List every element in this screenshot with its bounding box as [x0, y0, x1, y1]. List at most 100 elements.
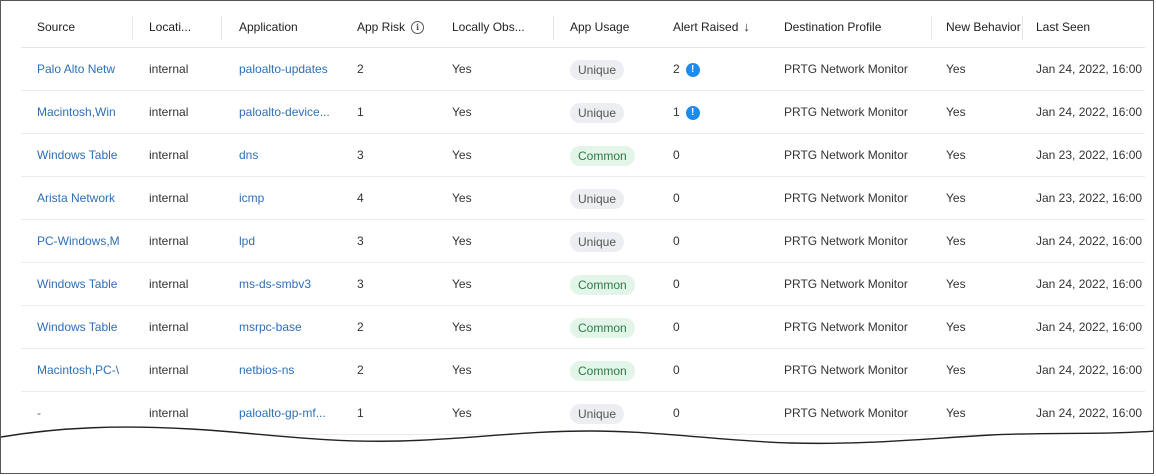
source-link[interactable]: Palo Alto Netw: [37, 48, 121, 90]
application-link[interactable]: paloalto-updates: [239, 48, 344, 90]
application-link[interactable]: dns: [239, 134, 344, 176]
column-divider[interactable]: [221, 16, 222, 40]
column-divider[interactable]: [553, 16, 554, 40]
source-link-text[interactable]: Windows Table: [37, 148, 117, 162]
new-behavior-cell: Yes: [946, 177, 1006, 219]
locally-observed-cell-text: Yes: [452, 406, 472, 420]
application-link-text[interactable]: paloalto-gp-mf...: [239, 406, 326, 420]
locally-observed-cell-text: Yes: [452, 105, 472, 119]
table-row[interactable]: Windows Table internal ms-ds-smbv3 3 Yes Comm…: [21, 263, 1145, 306]
applications-table: Source Locati... Application App Risk i L…: [21, 7, 1145, 473]
alert-raised-cell: 0: [673, 349, 733, 391]
app-usage-badge: Common: [570, 349, 660, 391]
source-link[interactable]: Windows Table: [37, 134, 121, 176]
source-link-text[interactable]: Palo Alto Netw: [37, 62, 115, 76]
application-link[interactable]: paloalto-device...: [239, 91, 344, 133]
table-row[interactable]: Windows Table internal msrpc-base 2 Yes Commo…: [21, 306, 1145, 349]
source-link[interactable]: Macintosh,Win: [37, 91, 121, 133]
alert-icon[interactable]: !: [685, 105, 700, 120]
column-header-alert-raised[interactable]: Alert Raised ↓: [673, 7, 773, 47]
source-link-text[interactable]: PC-Windows,M: [37, 234, 120, 248]
source-link[interactable]: Macintosh,PC-\: [37, 349, 121, 391]
alert-raised-cell: 0: [673, 134, 733, 176]
destination-profile-cell-text: PRTG Network Monitor: [784, 363, 908, 377]
source-link-text[interactable]: Windows Table: [37, 277, 117, 291]
app-risk-cell: 2: [357, 349, 397, 391]
source-link[interactable]: Windows Table: [37, 263, 121, 305]
location-cell: internal: [149, 134, 219, 176]
new-behavior-cell-text: Yes: [946, 234, 966, 248]
application-link-text[interactable]: paloalto-device...: [239, 105, 330, 119]
column-header-location[interactable]: Locati...: [149, 7, 219, 47]
table-row[interactable]: Arista Network internal icmp 4 Yes Unique 0 PRT…: [21, 177, 1145, 220]
source-link[interactable]: Arista Network: [37, 177, 121, 219]
new-behavior-cell-text: Yes: [946, 277, 966, 291]
column-divider[interactable]: [132, 16, 133, 40]
unique-badge: Unique: [570, 188, 625, 209]
alert-raised-cell-text: 0: [673, 320, 680, 334]
locally-observed-cell: Yes: [452, 349, 512, 391]
app-risk-cell-text: 4: [357, 191, 364, 205]
source-link-text[interactable]: Windows Table: [37, 320, 117, 334]
table-row[interactable]: Macintosh,PC-\ internal netbios-ns 2 Yes Comm…: [21, 349, 1145, 392]
destination-profile-cell: PRTG Network Monitor: [784, 263, 924, 305]
application-link-text[interactable]: msrpc-base: [239, 320, 302, 334]
location-cell: internal: [149, 220, 219, 262]
column-header-app-risk[interactable]: App Risk i: [357, 7, 447, 47]
info-icon[interactable]: i: [411, 20, 425, 34]
table-body: Palo Alto Netw internal paloalto-updates 2 Y…: [21, 48, 1145, 473]
column-header-locally-observed[interactable]: Locally Obs...: [452, 7, 547, 47]
column-header-source[interactable]: Source: [37, 7, 127, 47]
last-seen-cell-text: Jan 24, 2022, 16:00: [1036, 320, 1143, 334]
alert-raised-cell: 0: [673, 263, 733, 305]
application-link[interactable]: lpd: [239, 220, 344, 262]
destination-profile-cell: PRTG Network Monitor: [784, 220, 924, 262]
alert-icon[interactable]: !: [685, 62, 700, 77]
destination-profile-cell-text: PRTG Network Monitor: [784, 191, 908, 205]
app-risk-cell: 4: [357, 177, 397, 219]
application-link-text[interactable]: lpd: [239, 234, 255, 248]
destination-profile-cell-text: PRTG Network Monitor: [784, 62, 908, 76]
column-header-application[interactable]: Application: [239, 7, 349, 47]
alert-raised-cell-text: 0: [673, 148, 680, 162]
application-link-text[interactable]: paloalto-updates: [239, 62, 328, 76]
locally-observed-cell-text: Yes: [452, 62, 472, 76]
last-seen-cell-text: Jan 23, 2022, 16:00: [1036, 148, 1143, 162]
application-link[interactable]: icmp: [239, 177, 344, 219]
column-header-destination-profile[interactable]: Destination Profile: [784, 7, 924, 47]
source-link[interactable]: Windows Table: [37, 306, 121, 348]
application-link-text[interactable]: icmp: [239, 191, 264, 205]
alert-raised-cell-text: 0: [673, 363, 680, 377]
new-behavior-cell: Yes: [946, 48, 1006, 90]
column-header-app-usage[interactable]: App Usage: [570, 7, 660, 47]
application-link[interactable]: netbios-ns: [239, 349, 344, 391]
alert-raised-cell: 1!: [673, 91, 733, 133]
application-link[interactable]: ms-ds-smbv3: [239, 263, 344, 305]
locally-observed-cell: Yes: [452, 48, 512, 90]
source-link-text[interactable]: Macintosh,Win: [37, 105, 116, 119]
application-link-text[interactable]: netbios-ns: [239, 363, 294, 377]
source-link-text[interactable]: Arista Network: [37, 191, 115, 205]
new-behavior-cell-text: Yes: [946, 148, 966, 162]
source-link-text[interactable]: -: [37, 406, 41, 420]
table-row[interactable]: Windows Table internal dns 3 Yes Common 0 PRTG …: [21, 134, 1145, 177]
alert-raised-cell: 2!: [673, 48, 733, 90]
application-link-text[interactable]: ms-ds-smbv3: [239, 277, 311, 291]
application-link-text[interactable]: dns: [239, 148, 258, 162]
column-divider[interactable]: [1022, 16, 1023, 40]
column-header-new-behavior[interactable]: New Behavior: [946, 7, 1026, 47]
column-divider[interactable]: [931, 16, 932, 40]
table-row[interactable]: Macintosh,Win internal paloalto-device... 1…: [21, 91, 1145, 134]
last-seen-cell: Jan 24, 2022, 16:00: [1036, 48, 1148, 90]
alert-raised-cell: 0: [673, 306, 733, 348]
source-link[interactable]: PC-Windows,M: [37, 220, 121, 262]
table-row[interactable]: PC-Windows,M internal lpd 3 Yes Unique 0 PRTG N…: [21, 220, 1145, 263]
application-link[interactable]: msrpc-base: [239, 306, 344, 348]
column-header-last-seen[interactable]: Last Seen: [1036, 7, 1136, 47]
source-link-text[interactable]: Macintosh,PC-\: [37, 363, 119, 377]
locally-observed-cell-text: Yes: [452, 148, 472, 162]
location-cell-text: internal: [149, 406, 189, 420]
table-row[interactable]: Palo Alto Netw internal paloalto-updates 2 Y…: [21, 48, 1145, 91]
destination-profile-cell: PRTG Network Monitor: [784, 91, 924, 133]
new-behavior-cell: Yes: [946, 263, 1006, 305]
